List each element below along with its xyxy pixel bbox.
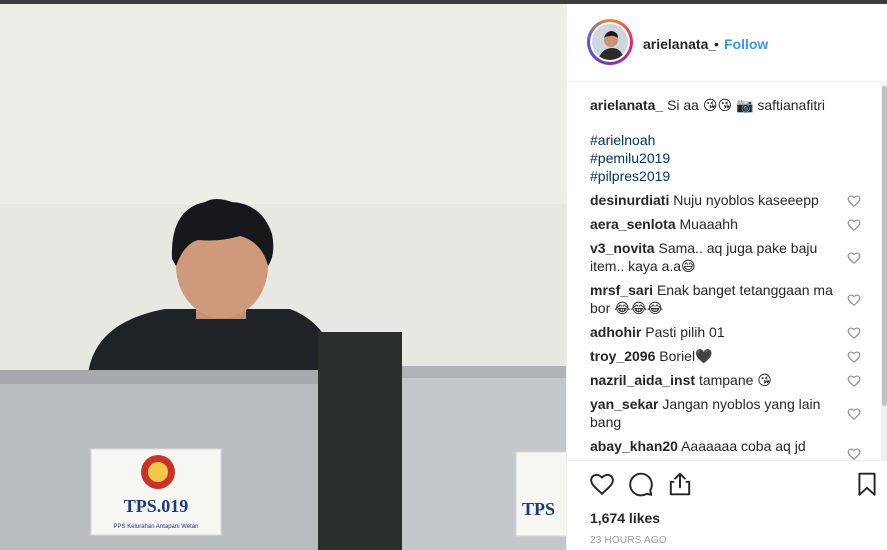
- story-ring[interactable]: [587, 19, 633, 65]
- avatar[interactable]: [590, 22, 630, 62]
- comment-icon[interactable]: [628, 471, 654, 497]
- comment-username[interactable]: troy_2096: [590, 348, 655, 364]
- post-side-panel: arielanata_ • Follow arielanata_ Si aa 😘…: [566, 4, 887, 550]
- comment-text: Muaaahh: [679, 216, 738, 232]
- header-separator: •: [714, 36, 719, 52]
- header-username[interactable]: arielanata_: [643, 36, 716, 52]
- comment-username[interactable]: abay_khan20: [590, 438, 678, 454]
- comment-item: aera_senlota Muaaahh: [590, 215, 838, 233]
- post-caption: arielanata_ Si aa 😘😘 📷 saftianafitri: [590, 96, 860, 114]
- avatar-image: [592, 24, 628, 60]
- comment-heart-icon[interactable]: [847, 350, 861, 364]
- comment-text: Pasti pilih 01: [645, 324, 725, 340]
- comment-heart-icon[interactable]: [847, 251, 861, 265]
- caption-emoji: 😘: [717, 97, 733, 113]
- follow-button[interactable]: Follow: [724, 36, 768, 52]
- comment-item: abay_khan20 Aaaaaaa coba aq jd: [590, 437, 838, 455]
- comment-username[interactable]: nazril_aida_inst: [590, 372, 695, 388]
- comment-username[interactable]: desinurdiati: [590, 192, 669, 208]
- hashtag-list: #arielnoah #pemilu2019 #pilpres2019: [590, 131, 670, 185]
- share-icon[interactable]: [667, 471, 693, 497]
- comment-heart-icon[interactable]: [847, 374, 861, 388]
- right-sign-label: TPS: [522, 499, 555, 519]
- post-actions: 1,674 likes 23 HOURS AGO: [567, 460, 887, 550]
- comment-text: Aaaaaaa coba aq jd: [681, 438, 806, 454]
- comment-heart-icon[interactable]: [847, 447, 861, 460]
- comment-heart-icon[interactable]: [847, 326, 861, 340]
- comments-list[interactable]: arielanata_ Si aa 😘😘 📷 saftianafitri #ar…: [567, 83, 881, 460]
- hashtag-link[interactable]: #pemilu2019: [590, 149, 670, 167]
- comment-item: mrsf_sari Enak banget tetanggaan ma bor …: [590, 281, 838, 317]
- comments-scrollbar-thumb[interactable]: [882, 86, 887, 406]
- bookmark-icon[interactable]: [854, 471, 880, 497]
- left-sign-sublabel: PPS Kelurahan Antapani Wetan: [114, 524, 199, 530]
- comment-username[interactable]: yan_sekar: [590, 396, 659, 412]
- comment-text: tampane 😘: [698, 372, 772, 388]
- comment-heart-icon[interactable]: [847, 218, 861, 232]
- comment-heart-icon[interactable]: [847, 293, 861, 307]
- comment-username[interactable]: v3_novita: [590, 240, 655, 256]
- comment-item: nazril_aida_inst tampane 😘: [590, 371, 838, 389]
- comment-username[interactable]: mrsf_sari: [590, 282, 653, 298]
- photo-credit[interactable]: saftianafitri: [757, 97, 825, 113]
- hashtag-link[interactable]: #arielnoah: [590, 131, 670, 149]
- comment-item: v3_novita Sama.. aq juga pake baju item.…: [590, 239, 838, 275]
- comment-item: troy_2096 Boriel🖤: [590, 347, 838, 365]
- caption-emoji: 😘: [702, 97, 718, 113]
- hashtag-link[interactable]: #pilpres2019: [590, 167, 670, 185]
- comment-username[interactable]: adhohir: [590, 324, 641, 340]
- comment-heart-icon[interactable]: [847, 194, 861, 208]
- comment-heart-icon[interactable]: [847, 407, 861, 421]
- likes-count[interactable]: 1,674 likes: [590, 510, 660, 526]
- post-header: arielanata_ • Follow: [567, 4, 887, 82]
- comment-item: yan_sekar Jangan nyoblos yang lain bang: [590, 395, 838, 431]
- comment-text: Boriel🖤: [659, 348, 713, 364]
- booth-divider: [318, 332, 402, 550]
- caption-username[interactable]: arielanata_: [590, 97, 663, 113]
- comment-item: adhohir Pasti pilih 01: [590, 323, 838, 341]
- post-timestamp[interactable]: 23 HOURS AGO: [590, 535, 667, 546]
- caption-text: Si aa: [667, 97, 699, 113]
- photo-illustration: TPS.019 PPS Kelurahan Antapani Wetan TPS: [0, 4, 566, 550]
- comment-text: Nuju nyoblos kaseeepp: [673, 192, 819, 208]
- comment-item: desinurdiati Nuju nyoblos kaseeepp: [590, 191, 838, 209]
- post-photo[interactable]: TPS.019 PPS Kelurahan Antapani Wetan TPS: [0, 4, 566, 550]
- right-sign-card: [515, 451, 566, 537]
- left-sign-label: TPS.019: [124, 496, 189, 516]
- heart-icon[interactable]: [589, 471, 615, 497]
- camera-icon: 📷: [735, 97, 754, 113]
- comment-username[interactable]: aera_senlota: [590, 216, 676, 232]
